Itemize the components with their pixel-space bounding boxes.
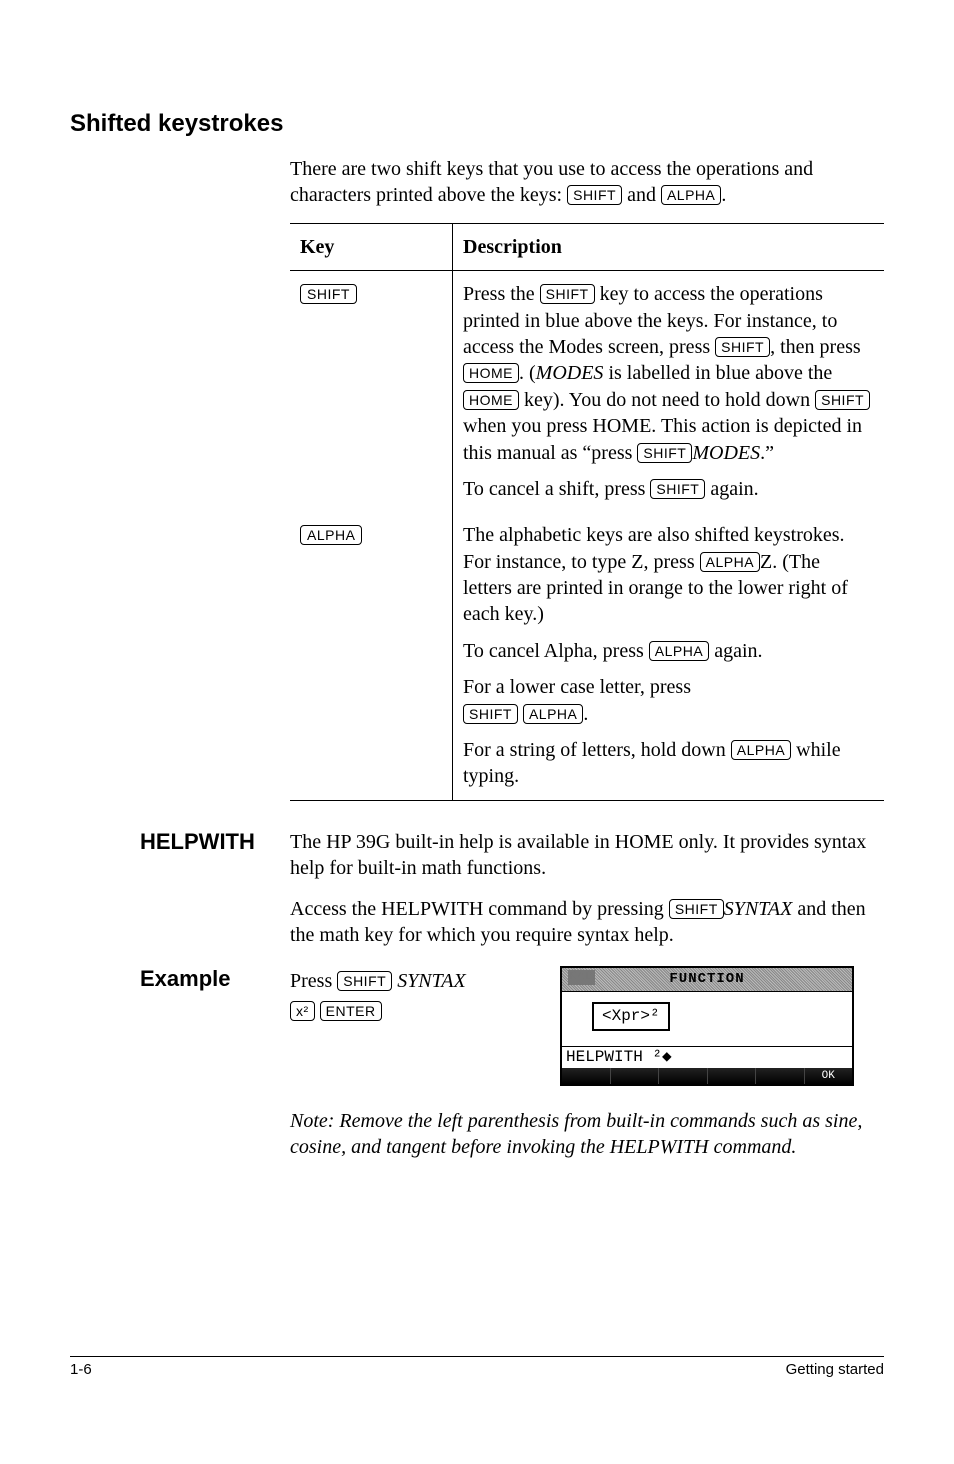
table-header-description: Description — [453, 223, 885, 270]
shift-keycap: SHIFT — [463, 704, 518, 724]
syntax-label: SYNTAX — [397, 970, 466, 992]
shift-keycap: SHIFT — [567, 185, 622, 205]
text: is labelled in blue above the — [603, 362, 832, 384]
text: again. — [709, 640, 762, 662]
screen-expression: <Xpr>² — [592, 1002, 670, 1031]
shift-keys-table: Key Description SHIFT Press the SHIFT ke… — [290, 223, 884, 801]
shift-keycap: SHIFT — [715, 337, 770, 357]
alpha-keycap: ALPHA — [649, 641, 709, 661]
text: , then press — [770, 336, 861, 358]
shift-keycap: SHIFT — [815, 390, 870, 410]
calculator-screen: RAD FUNCTION <Xpr>² HELPWITH ²◆ OK — [560, 966, 854, 1086]
text: Press the — [463, 283, 540, 305]
softkey — [756, 1068, 805, 1084]
x-squared-keycap: x² — [290, 1001, 315, 1021]
example-keystrokes: Press SHIFT SYNTAX x² ENTER — [290, 966, 530, 1026]
page-number: 1-6 — [70, 1361, 92, 1378]
text: .” — [760, 442, 774, 464]
alpha-description: The alphabetic keys are also shifted key… — [463, 522, 872, 628]
modes-label: MODES — [692, 442, 760, 464]
note-paragraph: Note: Remove the left parenthesis from b… — [290, 1108, 884, 1161]
helpwith-p1: The HP 39G built-in help is available in… — [290, 829, 884, 882]
shift-keycap: SHIFT — [300, 284, 357, 304]
text: . ( — [519, 362, 536, 384]
helpwith-heading: HELPWITH — [140, 829, 255, 855]
text: For a lower case letter, press — [463, 676, 691, 698]
text: To cancel Alpha, press — [463, 640, 649, 662]
page-footer: 1-6 Getting started — [70, 1356, 884, 1378]
alpha-keycap: ALPHA — [661, 185, 721, 205]
text: For a string of letters, hold down — [463, 739, 731, 761]
intro-and: and — [622, 184, 661, 206]
softkey-ok: OK — [805, 1068, 853, 1084]
screen-title: FUNCTION — [665, 971, 748, 987]
text: To cancel a shift, press — [463, 478, 650, 500]
example-heading: Example — [140, 966, 231, 992]
text: again. — [705, 478, 758, 500]
modes-label: MODES — [536, 362, 604, 384]
softkey-row: OK — [562, 1068, 852, 1084]
intro-text: There are two shift keys that you use to… — [290, 158, 813, 206]
shift-keycap: SHIFT — [637, 443, 692, 463]
softkey — [611, 1068, 660, 1084]
text: Press — [290, 970, 337, 992]
shift-keycap: SHIFT — [669, 899, 724, 919]
rad-indicator: RAD — [568, 970, 595, 985]
alpha-keycap: ALPHA — [523, 704, 583, 724]
screen-status: HELPWITH ²◆ — [562, 1046, 852, 1068]
table-row: ALPHA The alphabetic keys are also shift… — [290, 512, 884, 800]
alpha-keycap: ALPHA — [700, 552, 760, 572]
alpha-cancel: To cancel Alpha, press ALPHA again. — [463, 638, 872, 664]
softkey — [659, 1068, 708, 1084]
softkey — [562, 1068, 611, 1084]
intro-end: . — [721, 184, 726, 206]
home-keycap: HOME — [463, 363, 519, 383]
enter-keycap: ENTER — [320, 1001, 382, 1021]
screen-titlebar: RAD FUNCTION — [562, 968, 852, 991]
shift-cancel: To cancel a shift, press SHIFT again. — [463, 476, 872, 502]
home-keycap: HOME — [463, 390, 519, 410]
shift-keycap: SHIFT — [540, 284, 595, 304]
lowercase-instruction: For a lower case letter, press SHIFT ALP… — [463, 674, 872, 727]
shift-keycap: SHIFT — [650, 479, 705, 499]
table-row: SHIFT Press the SHIFT key to access the … — [290, 271, 884, 513]
intro-paragraph: There are two shift keys that you use to… — [290, 156, 884, 209]
shift-keycap: SHIFT — [337, 971, 392, 991]
helpwith-p2: Access the HELPWITH command by pressing … — [290, 896, 884, 949]
text: Access the HELPWITH command by pressing — [290, 898, 669, 920]
text: . — [583, 703, 588, 725]
string-instruction: For a string of letters, hold down ALPHA… — [463, 737, 872, 790]
chapter-name: Getting started — [786, 1361, 884, 1378]
table-header-key: Key — [290, 223, 453, 270]
syntax-label: SYNTAX — [724, 898, 793, 920]
alpha-keycap: ALPHA — [300, 525, 362, 545]
softkey — [708, 1068, 757, 1084]
alpha-keycap: ALPHA — [731, 740, 791, 760]
shift-description: Press the SHIFT key to access the operat… — [463, 281, 872, 466]
text: key). You do not need to hold down — [519, 389, 815, 411]
section-heading: Shifted keystrokes — [70, 110, 884, 138]
